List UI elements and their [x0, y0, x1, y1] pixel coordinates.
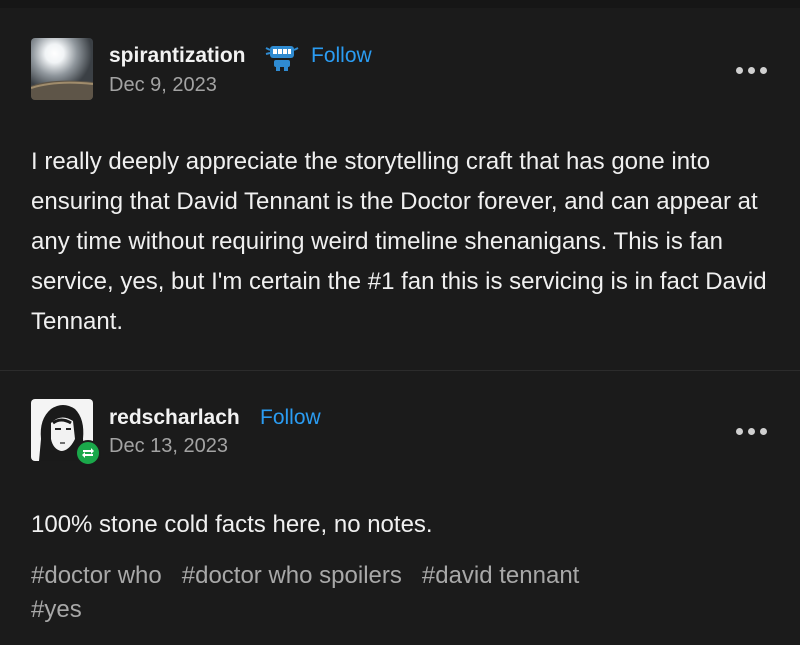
more-options-icon[interactable]: [736, 64, 770, 76]
username[interactable]: spirantization: [109, 44, 246, 68]
more-options-icon[interactable]: [736, 425, 770, 437]
tag[interactable]: #yes: [31, 593, 82, 627]
post-date[interactable]: Dec 13, 2023: [109, 435, 228, 458]
post-reblog: redscharlach Follow Dec 13, 2023 100% st…: [0, 371, 800, 645]
top-edge: [0, 0, 800, 8]
username[interactable]: redscharlach: [109, 406, 240, 430]
post-body: 100% stone cold facts here, no notes.: [31, 511, 433, 538]
reblog-icon: [75, 440, 101, 466]
post-original: spirantization Follow Dec 9, 2023 I real…: [0, 8, 800, 370]
robot-badge-icon: [264, 40, 300, 72]
post-body: I really deeply appreciate the storytell…: [31, 148, 767, 335]
tag[interactable]: #david tennant: [422, 559, 579, 593]
avatar[interactable]: [31, 38, 93, 100]
tag-list: #doctor who #doctor who spoilers #david te…: [31, 559, 771, 627]
follow-button[interactable]: Follow: [311, 44, 372, 68]
post-date[interactable]: Dec 9, 2023: [109, 74, 217, 97]
tag[interactable]: #doctor who spoilers: [182, 559, 402, 593]
follow-button[interactable]: Follow: [260, 406, 321, 430]
tag[interactable]: #doctor who: [31, 559, 162, 593]
